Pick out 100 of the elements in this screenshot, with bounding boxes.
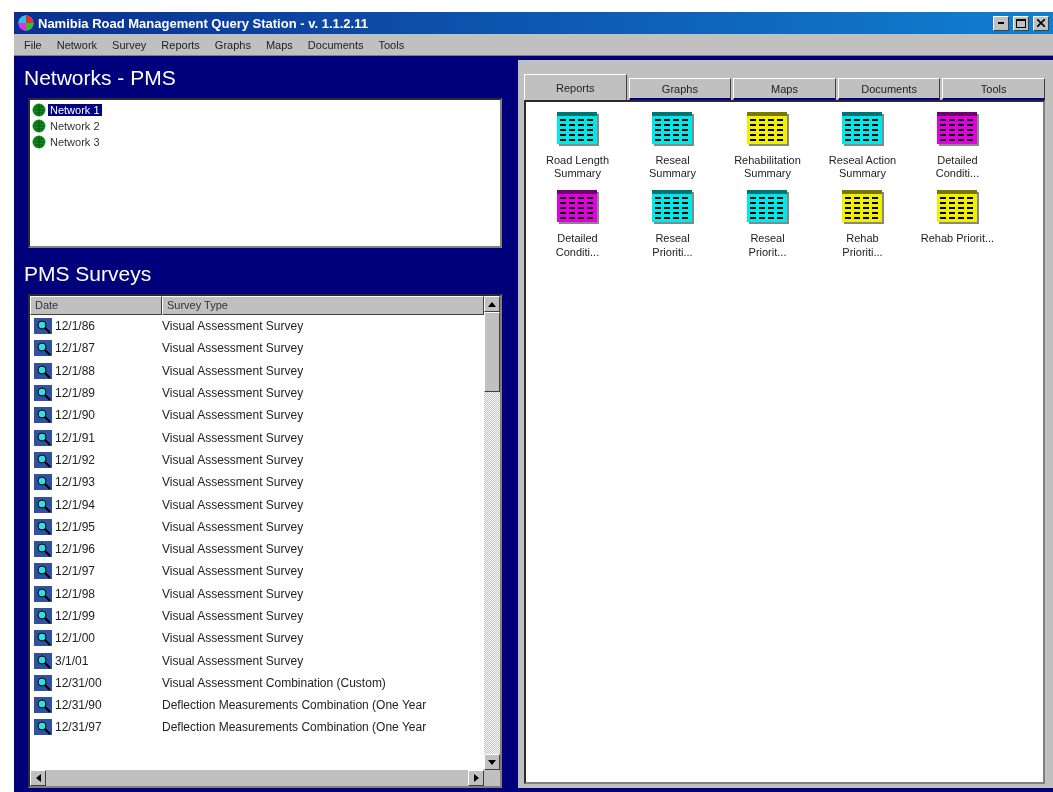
magnifier-icon: [34, 474, 52, 491]
table-cell-text: 12/1/91: [55, 430, 97, 445]
table-cell-text: Visual Assessment Survey: [162, 319, 305, 334]
scroll-up-button[interactable]: [484, 296, 500, 312]
magnifier-icon: [34, 429, 52, 446]
table-cell-text: Visual Assessment Survey: [162, 363, 305, 378]
magnifier-icon: [34, 518, 52, 535]
horizontal-scrollbar[interactable]: [30, 770, 484, 786]
scrollbar-thumb[interactable]: [484, 312, 500, 392]
vertical-scrollbar[interactable]: [484, 296, 500, 770]
table-cell-text: 12/1/99: [55, 609, 97, 623]
table-cell-text: Visual Assessment Survey: [162, 341, 305, 356]
table-icon[interactable]: [556, 190, 599, 225]
table-icon[interactable]: [936, 112, 979, 146]
table-icon[interactable]: [651, 190, 694, 225]
scroll-left-button[interactable]: [30, 770, 46, 786]
table-cell-text: Visual Assessment Survey: [162, 542, 305, 557]
menu-item[interactable]: Reports: [161, 38, 200, 51]
close-icon: [1037, 19, 1045, 27]
table-cell-text: Visual Assessment Survey: [162, 497, 305, 512]
tab[interactable]: Maps: [733, 78, 836, 100]
menu-item[interactable]: Maps: [265, 38, 293, 51]
magnifier-icon: [34, 585, 52, 602]
menu-item[interactable]: Survey: [112, 38, 147, 51]
network-item[interactable]: Network 1: [48, 104, 102, 116]
panel-title: PMS Surveys: [23, 261, 153, 287]
table-cell-text: 3/1/01: [55, 653, 90, 668]
table-icon[interactable]: [746, 112, 789, 146]
globe-icon: [32, 103, 46, 117]
menu-item[interactable]: Graphs: [214, 38, 251, 51]
close-button[interactable]: [1033, 15, 1049, 31]
report-label[interactable]: Detailed Conditi...: [540, 232, 615, 259]
window-title: Namibia Road Management Query Station - v. 1.1.2.11: [38, 15, 369, 31]
table-icon[interactable]: [841, 190, 884, 225]
table-icon[interactable]: [936, 190, 979, 225]
table-cell-text: 12/1/96: [55, 542, 97, 557]
left-arrow-icon: [35, 774, 41, 782]
table-cell-text: 12/31/90: [55, 698, 103, 713]
magnifier-icon: [34, 451, 52, 468]
network-item[interactable]: Network 2: [48, 120, 102, 132]
menu-item[interactable]: Network: [56, 38, 98, 51]
table-cell-text: 12/1/93: [55, 475, 97, 490]
table-icon[interactable]: [841, 112, 884, 146]
table-cell-text: 12/1/94: [55, 497, 97, 512]
scrollbar-corner: [484, 770, 500, 786]
magnifier-icon: [34, 630, 52, 647]
panel-title: Networks - PMS: [23, 65, 177, 91]
magnifier-icon: [34, 340, 52, 357]
report-label[interactable]: Reseal Summary: [635, 154, 710, 181]
magnifier-icon: [34, 496, 52, 513]
scroll-right-button[interactable]: [468, 770, 484, 786]
report-label[interactable]: Reseal Prioriti...: [635, 232, 710, 259]
globe-icon: [32, 135, 46, 149]
maximize-button[interactable]: [1013, 15, 1029, 31]
table-cell-text: 12/31/97: [55, 720, 103, 735]
table-icon[interactable]: [651, 112, 694, 146]
report-label[interactable]: Road Length Summary: [540, 154, 615, 181]
table-cell-text: Deflection Measurements Combination (One Year: [162, 720, 428, 735]
table-cell-text: Visual Assessment Survey: [162, 430, 305, 445]
column-header[interactable]: Date: [30, 296, 162, 315]
table-cell-text: Visual Assessment Survey: [162, 519, 305, 534]
network-item[interactable]: Network 3: [48, 136, 102, 148]
scroll-down-button[interactable]: [484, 754, 500, 770]
magnifier-icon: [34, 697, 52, 714]
report-label[interactable]: Rehab Priorit...: [920, 232, 995, 246]
report-label[interactable]: Rehab Prioriti...: [825, 232, 900, 259]
magnifier-icon: [34, 362, 52, 379]
report-label[interactable]: Reseal Action Summary: [825, 154, 900, 181]
table-cell-text: 12/1/87: [55, 341, 97, 356]
table-cell-text: Visual Assessment Survey: [162, 386, 305, 401]
globe-icon: [32, 119, 46, 133]
table-icon[interactable]: [746, 190, 789, 225]
tab[interactable]: Tools: [942, 78, 1045, 100]
tab[interactable]: Graphs: [628, 78, 732, 100]
table-cell-text: Visual Assessment Survey: [162, 586, 305, 601]
table-cell-text: 12/1/88: [55, 363, 97, 378]
report-label[interactable]: Detailed Conditi...: [920, 154, 995, 181]
report-label[interactable]: Rehabilitation Summary: [730, 154, 805, 181]
table-cell-text: 12/1/89: [55, 386, 97, 401]
magnifier-icon: [34, 407, 52, 424]
magnifier-icon: [34, 385, 52, 402]
tab[interactable]: Documents: [837, 78, 941, 100]
menu-item[interactable]: File: [24, 38, 42, 51]
table-cell-text: 12/1/86: [55, 319, 97, 334]
report-label[interactable]: Reseal Priorit...: [730, 232, 805, 259]
table-cell-text: Visual Assessment Survey: [162, 653, 305, 668]
table-cell-text: Visual Assessment Survey: [162, 564, 305, 579]
column-header[interactable]: Survey Type: [162, 296, 484, 315]
menu-item[interactable]: Documents: [307, 38, 364, 51]
table-icon[interactable]: [556, 112, 599, 146]
up-arrow-icon: [488, 301, 496, 307]
magnifier-icon: [34, 652, 52, 669]
magnifier-icon: [34, 608, 52, 624]
table-cell-text: Visual Assessment Survey: [162, 631, 305, 646]
tab[interactable]: Reports: [524, 74, 627, 100]
menu-item[interactable]: Tools: [378, 38, 405, 51]
maximize-icon: [1016, 18, 1026, 28]
minimize-button[interactable]: [993, 15, 1009, 31]
table-cell-text: 12/1/92: [55, 452, 97, 467]
table-cell-text: 12/1/97: [55, 564, 97, 579]
